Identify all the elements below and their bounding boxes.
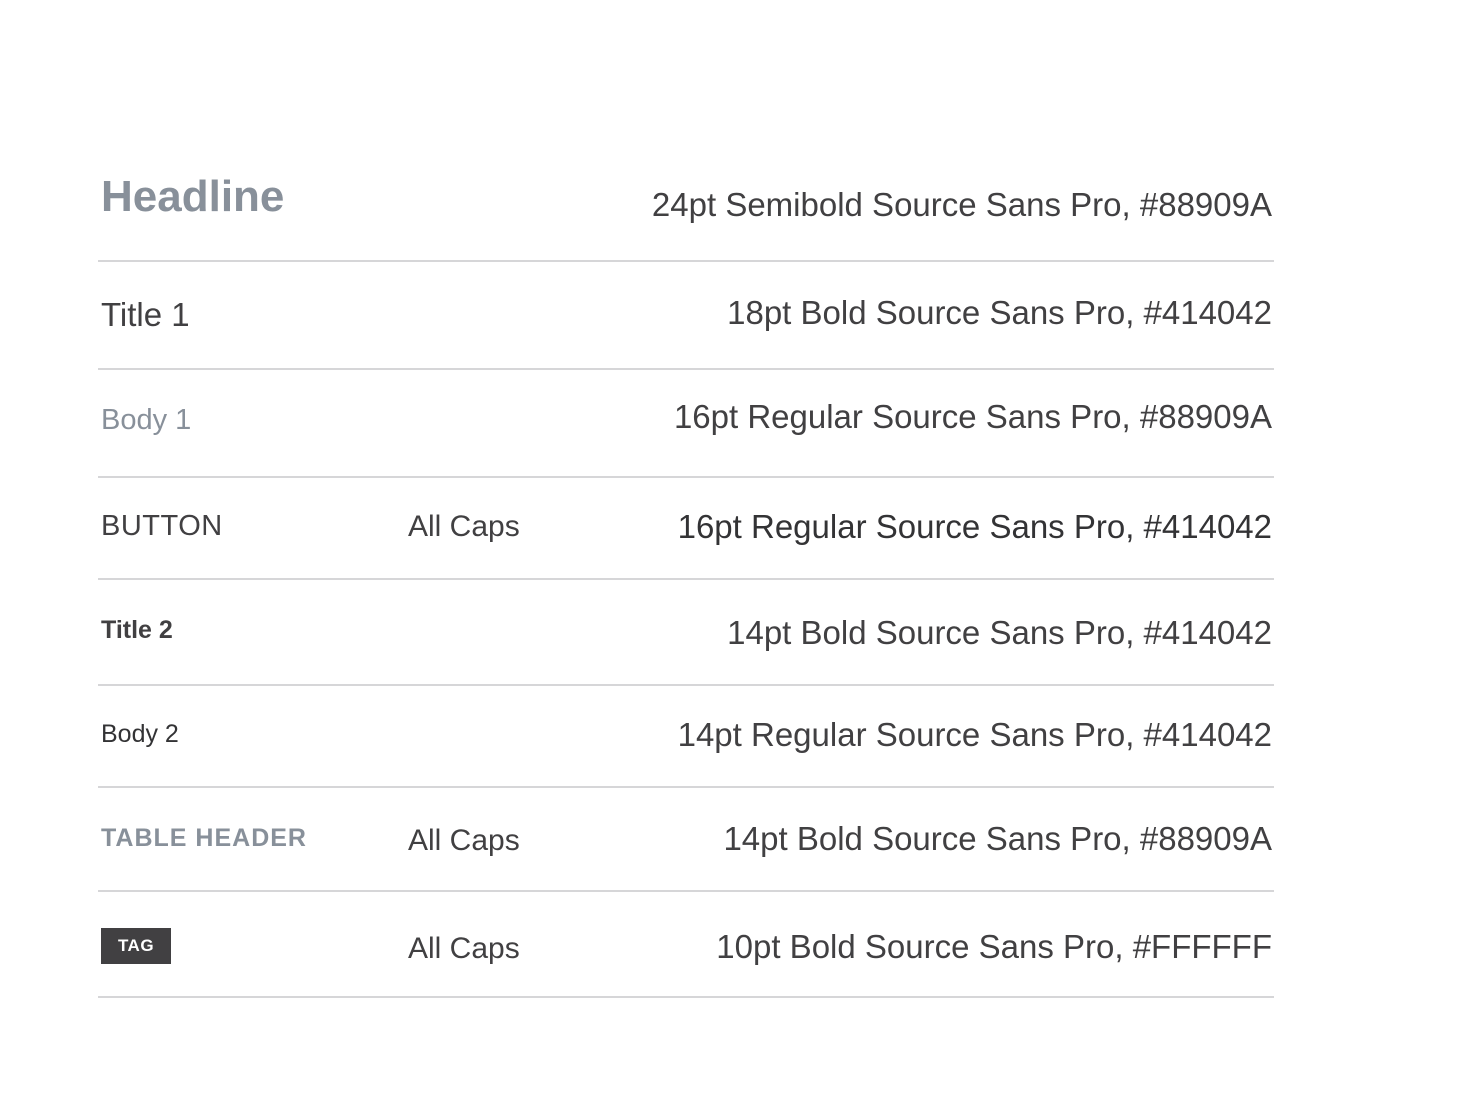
table-header-spec: 14pt Bold Source Sans Pro, #88909A bbox=[723, 820, 1272, 857]
button-note: All Caps bbox=[408, 510, 520, 543]
button-spec: 16pt Regular Source Sans Pro, #414042 bbox=[677, 508, 1272, 545]
body-1-spec: 16pt Regular Source Sans Pro, #88909A bbox=[673, 398, 1272, 435]
type-row-title-1: Title 1 18pt Bold Source Sans Pro, #4140… bbox=[98, 262, 1274, 370]
headline-spec: 24pt Semibold Source Sans Pro, #88909A bbox=[651, 186, 1272, 223]
body-1-sample: Body 1 bbox=[101, 404, 192, 436]
type-row-headline: Headline 24pt Semibold Source Sans Pro, … bbox=[98, 150, 1274, 262]
type-row-table-header: TABLE HEADER All Caps 14pt Bold Source S… bbox=[98, 788, 1274, 892]
type-row-tag: TAG All Caps 10pt Bold Source Sans Pro, … bbox=[98, 892, 1274, 998]
title-1-spec: 18pt Bold Source Sans Pro, #414042 bbox=[727, 294, 1272, 331]
table-header-sample: TABLE HEADER bbox=[101, 824, 307, 852]
type-row-body-1: Body 1 16pt Regular Source Sans Pro, #88… bbox=[98, 370, 1274, 478]
headline-sample: Headline bbox=[101, 172, 285, 221]
tag-sample-wrapper: TAG bbox=[101, 928, 171, 964]
title-2-spec: 14pt Bold Source Sans Pro, #414042 bbox=[727, 614, 1272, 651]
tag-spec: 10pt Bold Source Sans Pro, #FFFFFF bbox=[716, 928, 1272, 965]
title-1-sample: Title 1 bbox=[101, 296, 190, 333]
body-2-spec: 14pt Regular Source Sans Pro, #414042 bbox=[677, 716, 1272, 753]
table-header-note: All Caps bbox=[408, 824, 520, 857]
tag-chip: TAG bbox=[101, 928, 171, 964]
type-row-title-2: Title 2 14pt Bold Source Sans Pro, #4140… bbox=[98, 580, 1274, 686]
type-row-button: BUTTON All Caps 16pt Regular Source Sans… bbox=[98, 478, 1274, 580]
title-2-sample: Title 2 bbox=[101, 616, 173, 644]
button-sample: BUTTON bbox=[101, 510, 223, 542]
tag-note: All Caps bbox=[408, 932, 520, 965]
body-2-sample: Body 2 bbox=[101, 720, 179, 748]
typography-spec-table: Headline 24pt Semibold Source Sans Pro, … bbox=[98, 150, 1274, 998]
type-row-body-2: Body 2 14pt Regular Source Sans Pro, #41… bbox=[98, 686, 1274, 788]
